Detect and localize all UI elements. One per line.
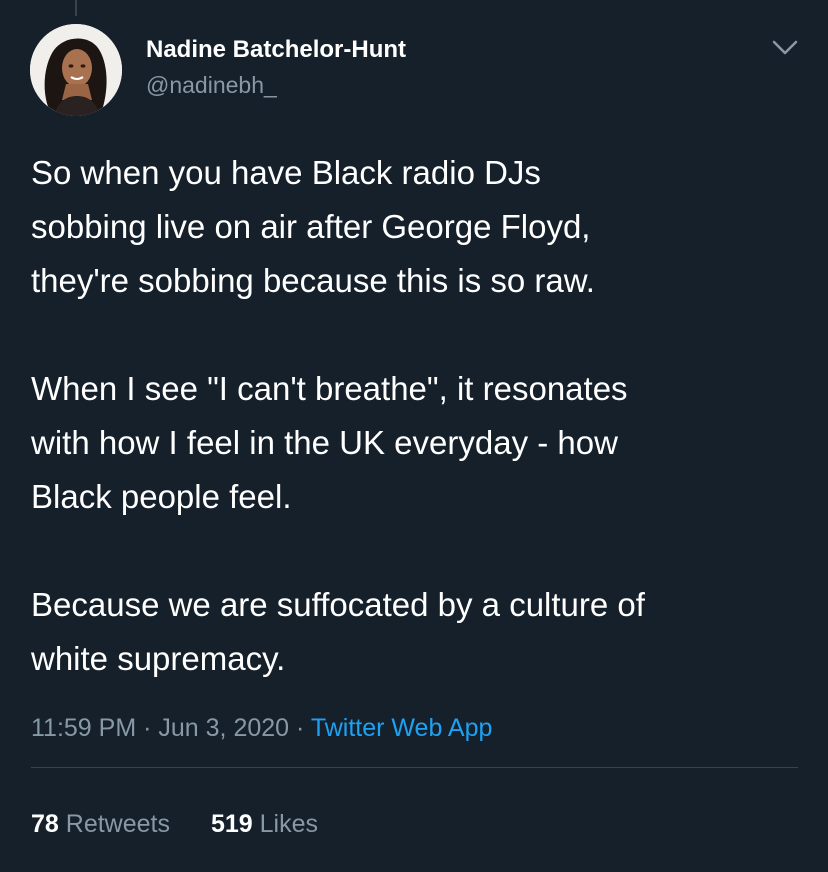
- tweet-line: they're sobbing because this is so raw.: [31, 262, 595, 299]
- thread-connector-line: [75, 0, 77, 16]
- likes-label: Likes: [259, 810, 318, 838]
- tweet-paragraph: When I see "I can't breathe", it resonat…: [31, 362, 811, 524]
- author-handle[interactable]: @nadinebh_: [146, 72, 406, 99]
- tweet-line: sobbing live on air after George Floyd,: [31, 208, 591, 245]
- tweet-line: Black people feel.: [31, 478, 292, 515]
- tweet-stats: 78 Retweets 519 Likes: [31, 810, 352, 839]
- tweet-line: So when you have Black radio DJs: [31, 154, 541, 191]
- tweet-line: Because we are suffocated by a culture o…: [31, 586, 645, 623]
- retweets-stat[interactable]: 78 Retweets: [31, 810, 170, 839]
- tweet-metadata: 11:59 PM · Jun 3, 2020 · Twitter Web App: [31, 714, 492, 743]
- tweet-line: with how I feel in the UK everyday - how: [31, 424, 618, 461]
- retweets-count: 78: [31, 810, 59, 838]
- meta-separator: ·: [143, 714, 152, 742]
- meta-separator: ·: [296, 714, 305, 742]
- author-display-name[interactable]: Nadine Batchelor-Hunt: [146, 36, 406, 64]
- tweet-line: white supremacy.: [31, 640, 286, 677]
- tweet-line: When I see "I can't breathe", it resonat…: [31, 370, 628, 407]
- divider: [31, 767, 798, 768]
- tweet-source-link[interactable]: Twitter Web App: [311, 714, 493, 742]
- chevron-down-icon[interactable]: [770, 38, 800, 58]
- avatar[interactable]: [30, 24, 122, 116]
- likes-stat[interactable]: 519 Likes: [211, 810, 318, 839]
- profile-photo-icon: [30, 24, 122, 116]
- tweet-paragraph: So when you have Black radio DJs sobbing…: [31, 146, 811, 308]
- tweet-author: Nadine Batchelor-Hunt @nadinebh_: [146, 36, 406, 99]
- tweet-time[interactable]: 11:59 PM: [31, 714, 136, 742]
- tweet-text: So when you have Black radio DJs sobbing…: [31, 146, 811, 686]
- retweets-label: Retweets: [65, 810, 170, 838]
- tweet-date[interactable]: Jun 3, 2020: [158, 714, 289, 742]
- likes-count: 519: [210, 810, 253, 838]
- tweet-paragraph: Because we are suffocated by a culture o…: [31, 578, 811, 686]
